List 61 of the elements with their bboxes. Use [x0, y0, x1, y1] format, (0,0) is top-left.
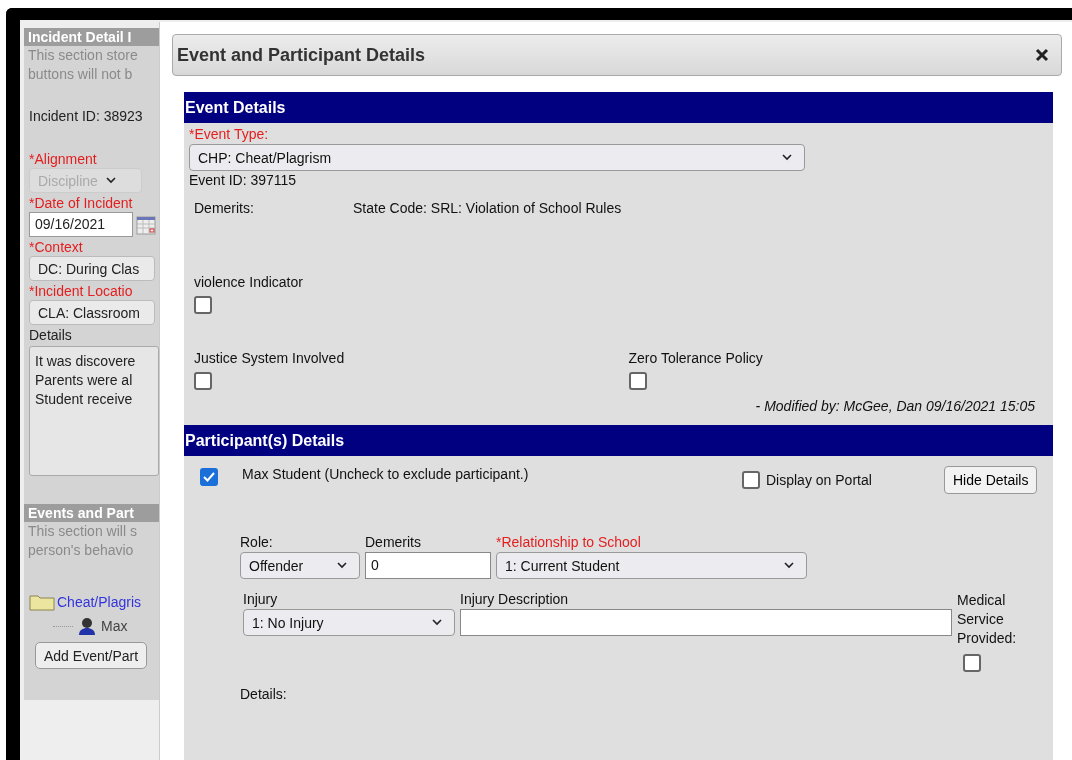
hide-details-button[interactable]: Hide Details	[944, 466, 1038, 494]
tree-link[interactable]: Cheat/Plagris	[57, 594, 142, 610]
section-header: Event Details	[184, 92, 1053, 123]
add-event-button[interactable]: Add Event/Part	[35, 642, 148, 669]
section-description: person's behavio	[27, 541, 135, 560]
injury-description-input[interactable]	[460, 609, 952, 636]
field-label: *Date of Incident	[28, 194, 134, 212]
section-description: This section will s	[27, 522, 138, 541]
checkbox[interactable]	[194, 296, 212, 314]
field-label: Medical Service Provided:	[957, 591, 1018, 648]
field-label: Role:	[240, 534, 274, 550]
field-label: Demerits	[365, 534, 422, 550]
field-label: Details	[28, 326, 73, 344]
checkbox[interactable]	[194, 372, 212, 390]
section-header: Incident Detail I	[24, 28, 159, 46]
role-select[interactable]: Offender	[240, 552, 360, 579]
person-icon	[77, 616, 97, 636]
section-header: Participant(s) Details	[184, 425, 1053, 456]
folder-icon	[29, 593, 55, 611]
field-label: *Relationship to School	[496, 534, 642, 550]
demerits-input[interactable]: 0	[365, 552, 491, 579]
calendar-icon[interactable]	[136, 214, 156, 235]
field-label: Details:	[239, 685, 288, 702]
modified-by-note: - Modified by: McGee, Dan 09/16/2021 15:05	[754, 397, 1036, 414]
event-type-select[interactable]: CHP: Cheat/Plagrism	[189, 144, 805, 171]
field-label: *Alignment	[28, 150, 98, 168]
checkbox[interactable]	[742, 471, 760, 489]
chevron-down-icon	[105, 177, 116, 184]
injury-select[interactable]: 1: No Injury	[243, 609, 455, 636]
close-icon[interactable]	[1035, 48, 1049, 62]
field-label: *Incident Locatio	[28, 282, 134, 300]
section-header: Events and Part	[24, 504, 159, 522]
field-label: Injury Description	[460, 591, 570, 607]
checkbox-label: Justice System Involved	[194, 350, 345, 366]
select-field[interactable]: DC: During Clas	[29, 256, 155, 281]
chevron-down-icon	[432, 619, 442, 626]
field-label: *Event Type:	[188, 125, 270, 144]
date-field[interactable]: 09/16/2021	[29, 212, 133, 237]
checkbox[interactable]	[963, 654, 981, 672]
chevron-down-icon	[784, 562, 794, 569]
checkbox[interactable]	[200, 468, 218, 486]
select-field[interactable]: CLA: Classroom	[29, 300, 155, 325]
chevron-down-icon	[337, 562, 347, 569]
field-label: *Context	[28, 238, 84, 256]
chevron-down-icon	[782, 154, 792, 161]
dialog-title: Event and Participant Details	[177, 44, 426, 66]
event-id: Event ID: 397115	[188, 171, 298, 190]
section-description: This section store	[27, 46, 139, 65]
relationship-select[interactable]: 1: Current Student	[496, 552, 807, 579]
checkbox-label: Display on Portal	[766, 472, 872, 488]
details-textarea[interactable]: It was discovere Parents were al Student receive	[29, 346, 159, 476]
checkbox-label: violence Indicator	[194, 274, 303, 290]
field-label: Injury	[243, 591, 279, 607]
incident-id: Incident ID: 38923	[28, 107, 144, 126]
tree-item[interactable]: Max	[101, 618, 128, 634]
demerits-label: Demerits:	[194, 200, 255, 216]
checkbox[interactable]	[628, 372, 647, 390]
state-code: State Code: SRL: Violation of School Rules	[353, 200, 622, 216]
checkbox-label: Zero Tolerance Policy	[628, 350, 763, 366]
section-description: buttons will not b	[27, 65, 134, 84]
participant-label: Max Student (Uncheck to exclude participant.)	[242, 466, 530, 482]
